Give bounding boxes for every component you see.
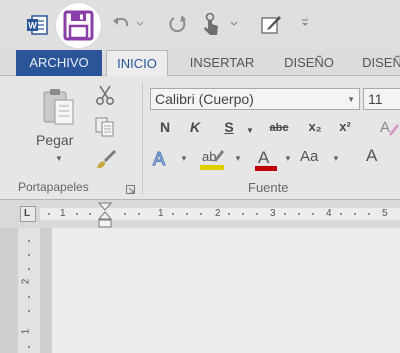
ruler-tick: [48, 213, 50, 215]
quick-access-toolbar: W: [0, 0, 400, 50]
underline-dropdown-icon[interactable]: ▼: [246, 122, 254, 140]
font-name-value: Calibri (Cuerpo): [155, 91, 254, 107]
change-case-dropdown-icon[interactable]: ▼: [332, 154, 340, 163]
tab-inicio[interactable]: INICIO: [106, 50, 168, 77]
ruler-tick: [28, 296, 30, 298]
edit-icon[interactable]: [260, 13, 282, 35]
redo-icon[interactable]: [168, 14, 188, 34]
highlighter-icon[interactable]: ab: [198, 146, 228, 172]
customize-toolbar-icon[interactable]: [300, 17, 310, 29]
ruler-tick: [172, 213, 174, 215]
copy-icon[interactable]: [94, 116, 116, 138]
subscript-button[interactable]: x₂: [304, 118, 326, 136]
ruler-tick: [228, 213, 230, 215]
svg-text:ab: ab: [202, 149, 216, 164]
bold-button[interactable]: N: [158, 118, 172, 136]
ruler-tick: [28, 310, 30, 312]
group-label-font: Fuente: [248, 180, 289, 195]
brush-icon[interactable]: [94, 148, 118, 170]
ruler-tick: [124, 213, 126, 215]
vertical-ruler: 2 1: [18, 228, 40, 353]
svg-text:A: A: [380, 119, 390, 136]
italic-button[interactable]: K: [188, 118, 202, 136]
ruler-number: 1: [158, 208, 164, 219]
dialog-launcher-icon[interactable]: [126, 182, 136, 194]
change-case-button[interactable]: Aa: [300, 148, 328, 165]
ruler-tick: [298, 213, 300, 215]
strikethrough-button[interactable]: abc: [264, 119, 294, 137]
ruler-tick: [368, 213, 370, 215]
word-window: W ARCHIVO INICIO INSERTAR DISEÑO DISEÑ P…: [0, 0, 400, 353]
undo-dropdown-icon[interactable]: [136, 18, 144, 28]
ruler-tick: [312, 213, 314, 215]
underline-button[interactable]: S: [222, 118, 236, 136]
clear-formatting-icon[interactable]: A: [378, 116, 400, 138]
ruler-tick: [28, 254, 30, 256]
ruler-number: 4: [326, 208, 332, 219]
chevron-down-icon[interactable]: ▼: [347, 95, 355, 104]
ruler-tick: [256, 213, 258, 215]
document-page[interactable]: [52, 228, 400, 353]
ruler-number: 3: [270, 208, 276, 219]
ruler-tick: [186, 213, 188, 215]
tab-diseno[interactable]: DISEÑO: [274, 50, 344, 76]
tab-selector[interactable]: L: [20, 206, 36, 222]
ruler-tick: [138, 213, 140, 215]
ruler-tick: [284, 213, 286, 215]
font-color-icon[interactable]: A: [252, 146, 280, 172]
ruler-tick: [242, 213, 244, 215]
paste-icon[interactable]: [40, 86, 78, 128]
grow-font-button[interactable]: A: [366, 146, 390, 166]
svg-text:A: A: [153, 149, 165, 169]
ruler-number: 1: [20, 328, 32, 335]
indent-marker[interactable]: [97, 202, 113, 228]
paste-dropdown-icon[interactable]: ▼: [55, 154, 63, 163]
tab-diseno-layout[interactable]: DISEÑ: [352, 50, 400, 76]
document-area: 2 1: [0, 228, 400, 353]
ruler-number: 1: [60, 208, 66, 219]
ribbon-tabs: ARCHIVO INICIO INSERTAR DISEÑO DISEÑ: [0, 50, 400, 77]
ribbon: Pegar ▼ Calibri (Cuerpo) ▼ 11 N K S ▼ ab…: [0, 76, 400, 200]
ruler-tick: [200, 213, 202, 215]
highlighter-dropdown-icon[interactable]: ▼: [234, 154, 242, 163]
touch-mode-icon[interactable]: [200, 12, 222, 36]
svg-text:A: A: [258, 148, 270, 167]
ruler-number: 2: [20, 278, 32, 285]
tab-archivo[interactable]: ARCHIVO: [16, 50, 102, 76]
horizontal-ruler: L 1 1 2 3 4 5: [0, 200, 400, 228]
scissors-icon[interactable]: [94, 84, 116, 106]
paste-button[interactable]: Pegar: [36, 132, 73, 148]
ruler-number: 2: [215, 208, 221, 219]
superscript-button[interactable]: x²: [334, 118, 356, 136]
tab-insertar[interactable]: INSERTAR: [178, 50, 266, 76]
text-effects-icon[interactable]: A: [150, 146, 176, 170]
ruler-tick: [76, 213, 78, 215]
font-name-combobox[interactable]: Calibri (Cuerpo) ▼: [150, 88, 360, 110]
ruler-tick: [340, 213, 342, 215]
font-color-dropdown-icon[interactable]: ▼: [284, 154, 292, 163]
font-size-value: 11: [368, 91, 383, 107]
ruler-tick: [28, 346, 30, 348]
text-effects-dropdown-icon[interactable]: ▼: [180, 154, 188, 163]
ruler-tick: [89, 213, 91, 215]
ruler-tick: [28, 240, 30, 242]
ruler-tick: [354, 213, 356, 215]
save-icon[interactable]: [63, 10, 94, 41]
word-icon[interactable]: W: [26, 14, 48, 36]
font-size-combobox[interactable]: 11: [363, 88, 400, 110]
undo-icon[interactable]: [112, 14, 130, 34]
touch-dropdown-icon[interactable]: [230, 18, 238, 28]
group-separator: [142, 82, 143, 194]
ruler-tick: [28, 268, 30, 270]
svg-text:W: W: [28, 21, 37, 31]
ruler-number: 5: [382, 208, 388, 219]
group-label-clipboard: Portapapeles: [18, 180, 89, 194]
